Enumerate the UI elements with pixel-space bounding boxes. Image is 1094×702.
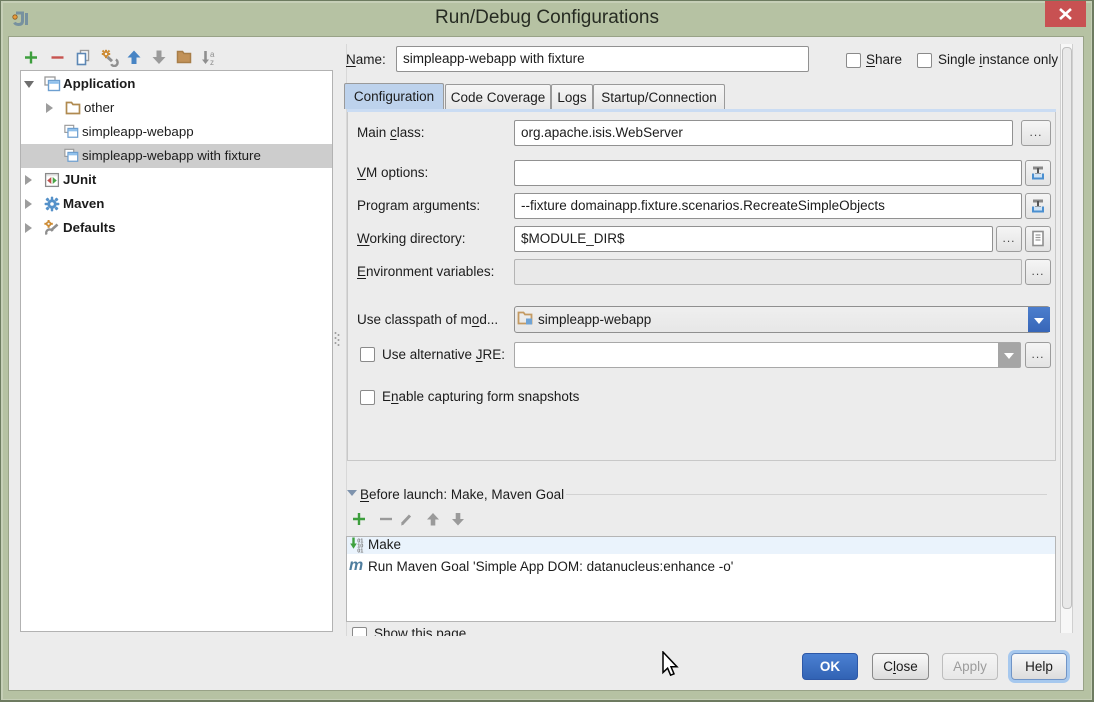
svg-text:z: z (210, 58, 214, 67)
svg-text:01: 01 (357, 549, 363, 555)
